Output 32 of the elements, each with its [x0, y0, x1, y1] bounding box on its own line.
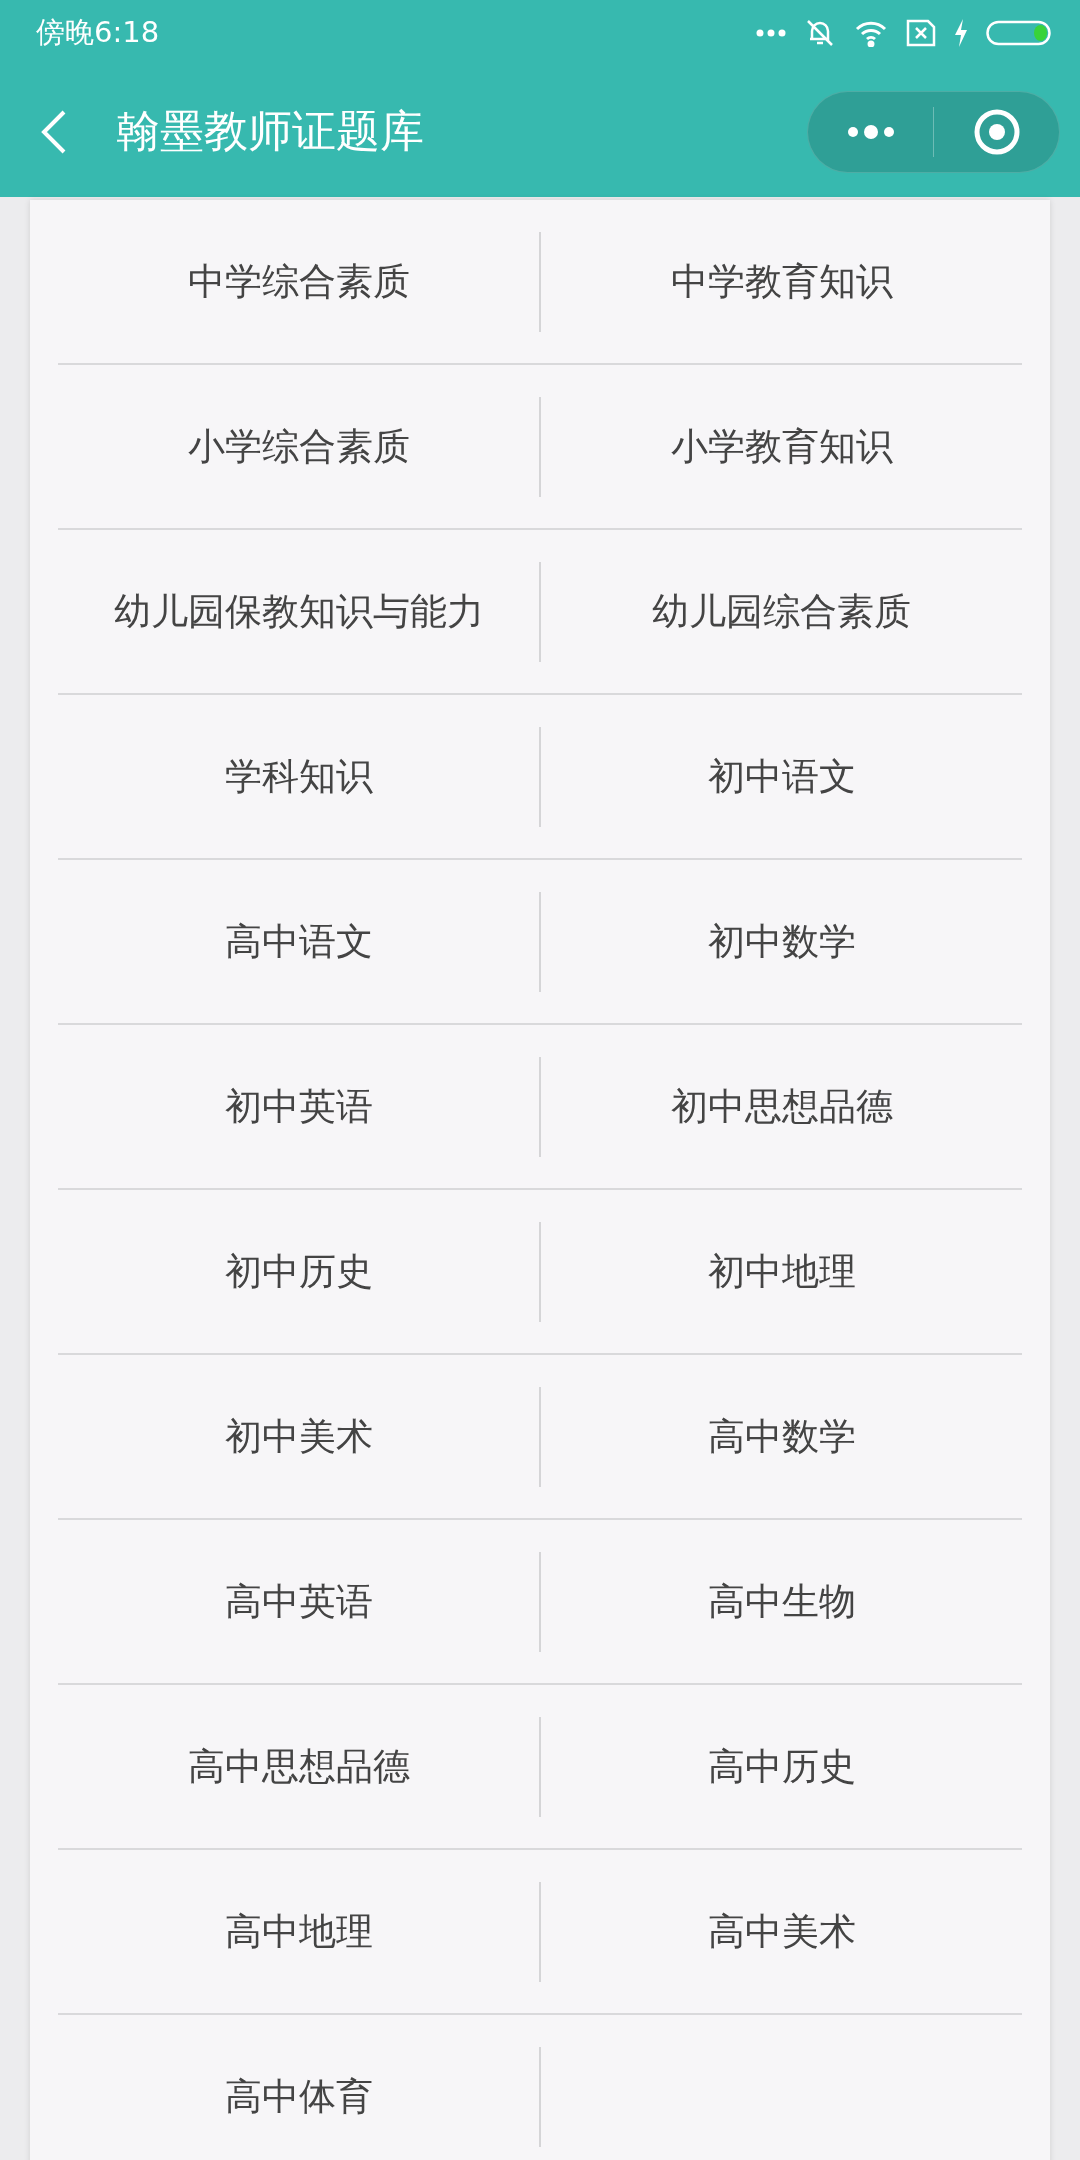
- subject-item[interactable]: 小学综合素质: [187, 421, 410, 472]
- status-time: 傍晚6:18: [36, 14, 160, 51]
- more-dots-icon: [756, 28, 786, 38]
- subject-item[interactable]: 中学教育知识: [670, 256, 893, 307]
- subject-item[interactable]: 高中思想品德: [187, 1741, 410, 1792]
- subject-item[interactable]: 初中数学: [707, 916, 856, 967]
- subject-item[interactable]: 高中英语: [224, 1576, 373, 1627]
- subject-item[interactable]: 高中历史: [707, 1741, 856, 1792]
- subject-item[interactable]: 初中地理: [707, 1246, 856, 1297]
- subject-item[interactable]: 初中语文: [707, 751, 856, 802]
- subject-item[interactable]: 高中生物: [707, 1576, 856, 1627]
- subject-item[interactable]: 学科知识: [224, 751, 373, 802]
- subject-item[interactable]: 初中英语: [224, 1081, 373, 1132]
- more-icon[interactable]: [846, 123, 895, 140]
- subject-item[interactable]: 高中数学: [707, 1411, 856, 1462]
- charging-icon: [954, 19, 968, 47]
- sim-card-icon: [906, 19, 936, 47]
- subject-item[interactable]: 初中美术: [224, 1411, 373, 1462]
- subject-item[interactable]: 幼儿园保教知识与能力: [113, 586, 484, 637]
- wifi-icon: [854, 19, 888, 47]
- subject-item[interactable]: 中学综合素质: [187, 256, 410, 307]
- subject-item[interactable]: 幼儿园综合素质: [652, 586, 911, 637]
- close-icon[interactable]: [972, 107, 1021, 156]
- subject-item[interactable]: 初中历史: [224, 1246, 373, 1297]
- subject-item[interactable]: 高中体育: [224, 2071, 373, 2122]
- battery-icon: [986, 19, 1052, 47]
- subject-item[interactable]: 初中思想品德: [670, 1081, 893, 1132]
- subject-item[interactable]: 高中美术: [707, 1906, 856, 1957]
- subject-item[interactable]: 小学教育知识: [670, 421, 893, 472]
- subject-item[interactable]: 高中语文: [224, 916, 373, 967]
- subject-item[interactable]: 高中地理: [224, 1906, 373, 1957]
- page-title: 翰墨教师证题库: [116, 104, 425, 158]
